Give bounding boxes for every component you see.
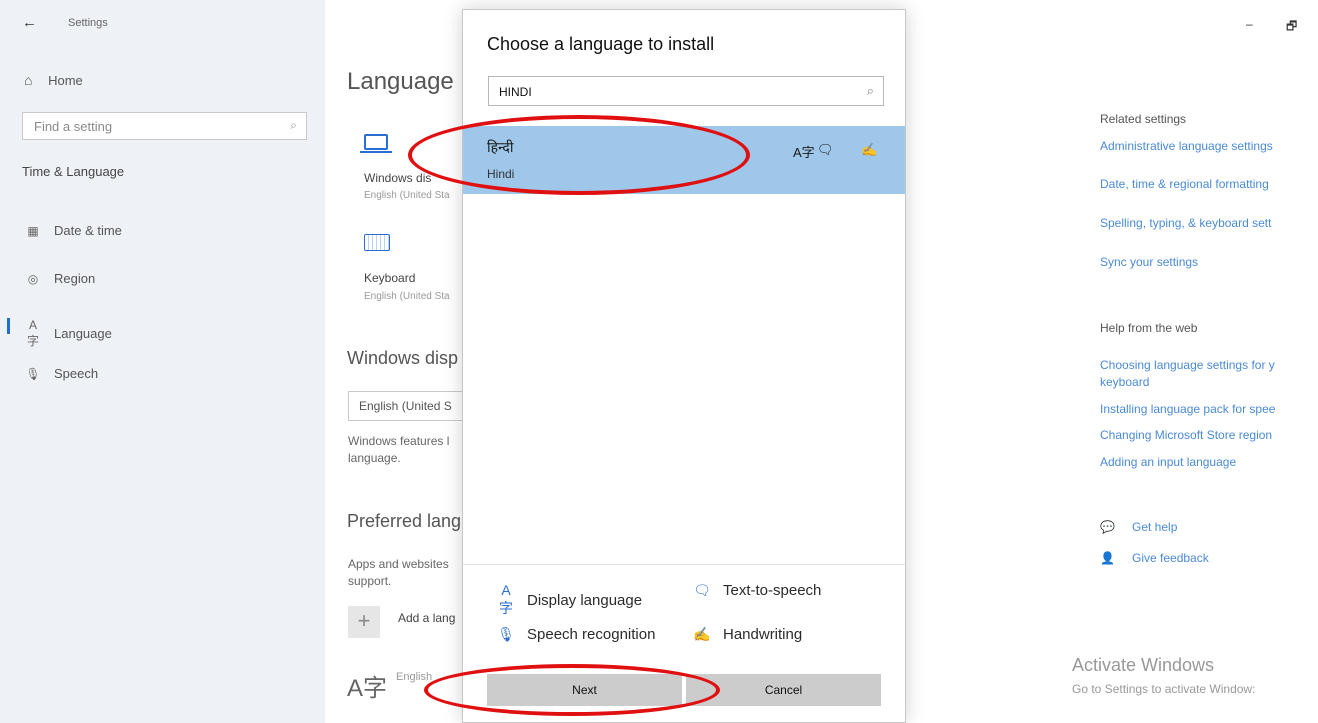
- text-to-speech-icon: 🗨: [693, 582, 711, 598]
- sidebar-item-label: Language: [54, 326, 112, 341]
- legend-label: Speech recognition: [527, 626, 656, 643]
- windows-display-heading: Windows disp: [347, 348, 459, 368]
- globe-icon: ◎: [27, 271, 39, 286]
- feedback-icon: 👤: [1100, 551, 1115, 565]
- link-date-time-regional[interactable]: Date, time & regional formatting: [1100, 177, 1269, 191]
- search-placeholder: Find a setting: [34, 119, 113, 134]
- legend-label: Handwriting: [723, 626, 803, 643]
- give-feedback-link[interactable]: 👤 Give feedback: [1100, 551, 1209, 565]
- find-setting-input[interactable]: Find a setting ⌕: [22, 112, 307, 140]
- link-changing-store-region[interactable]: Changing Microsoft Store region: [1100, 428, 1272, 442]
- help-from-web-title: Help from the web: [1100, 321, 1198, 335]
- link-adding-input-language[interactable]: Adding an input language: [1100, 455, 1236, 469]
- language-result-hindi[interactable]: हिन्दी Hindi A字 🗨 ✍: [463, 126, 905, 194]
- dialog-title: Choose a language to install: [487, 34, 715, 54]
- windows-display-tile-sub: English (United Sta: [364, 190, 450, 201]
- dropdown-value: English (United S: [359, 399, 452, 413]
- display-language-dropdown[interactable]: English (United S: [348, 391, 478, 421]
- preferred-languages-description: Apps and websites support.: [348, 557, 449, 588]
- display-language-description: Windows features l language.: [348, 434, 450, 465]
- legend-label: Text-to-speech: [723, 582, 822, 599]
- activate-windows-watermark-subtitle: Go to Settings to activate Window:: [1072, 682, 1256, 696]
- language-search-input[interactable]: HINDI ⌕: [488, 76, 884, 106]
- minimize-button[interactable]: –: [1246, 17, 1253, 31]
- add-language-label[interactable]: Add a lang: [398, 611, 455, 625]
- legend-display-language: A字 Display language: [497, 582, 642, 618]
- handwriting-icon: ✍: [861, 142, 878, 157]
- microphone-icon: 🎙: [25, 366, 41, 381]
- next-button[interactable]: Next: [487, 674, 682, 706]
- search-icon: ⌕: [866, 83, 874, 98]
- keyboard-tile-sub: English (United Sta: [364, 291, 450, 302]
- sidebar-item-language[interactable]: A字 Language: [24, 318, 112, 349]
- legend-handwriting: ✍ Handwriting: [693, 626, 802, 643]
- text-to-speech-icon: 🗨: [817, 142, 834, 157]
- sidebar-item-label: Date & time: [54, 223, 122, 238]
- get-help-label: Get help: [1132, 520, 1178, 534]
- cancel-button[interactable]: Cancel: [686, 674, 881, 706]
- feature-legend: A字 Display language 🗨 Text-to-speech 🎙 S…: [463, 564, 905, 664]
- search-icon: ⌕: [290, 118, 297, 132]
- link-spelling-typing-keyboard[interactable]: Spelling, typing, & keyboard sett: [1100, 216, 1271, 230]
- link-admin-language-settings[interactable]: Administrative language settings: [1100, 139, 1273, 153]
- speech-recognition-icon: 🎙: [497, 626, 515, 642]
- active-indicator: [7, 318, 10, 334]
- activate-windows-watermark-title: Activate Windows: [1072, 655, 1215, 675]
- laptop-icon: [360, 134, 392, 153]
- language-icon: A字: [26, 318, 39, 348]
- windows-display-tile-label[interactable]: Windows dis: [364, 171, 431, 185]
- get-help-link[interactable]: 💬 Get help: [1100, 520, 1177, 534]
- link-installing-language-pack[interactable]: Installing language pack for spee: [1100, 402, 1275, 416]
- legend-text-to-speech: 🗨 Text-to-speech: [693, 582, 821, 599]
- preferred-languages-heading: Preferred lang: [347, 511, 462, 531]
- choose-language-dialog: Choose a language to install HINDI ⌕ हिन…: [462, 9, 906, 723]
- language-native-name: हिन्दी: [487, 139, 514, 155]
- add-language-button[interactable]: +: [348, 606, 380, 638]
- display-language-icon: A字: [793, 145, 815, 160]
- link-choosing-language-settings[interactable]: Choosing language settings for y keyboar…: [1100, 357, 1275, 391]
- display-language-icon: A字: [499, 582, 513, 616]
- link-sync-settings[interactable]: Sync your settings: [1100, 255, 1198, 269]
- back-arrow-icon[interactable]: ←: [22, 14, 37, 31]
- sidebar: ← Settings ⌂ Home Find a setting ⌕ Time …: [0, 0, 325, 723]
- legend-speech-recognition: 🎙 Speech recognition: [497, 626, 655, 643]
- language-english-name: Hindi: [487, 167, 515, 181]
- keyboard-tile-label[interactable]: Keyboard: [364, 271, 415, 285]
- handwriting-icon: ✍: [693, 626, 711, 642]
- sidebar-item-region[interactable]: ◎ Region: [24, 271, 95, 286]
- sidebar-item-home[interactable]: ⌂ Home: [24, 72, 83, 88]
- search-value: HINDI: [499, 85, 532, 99]
- sidebar-item-label: Home: [48, 73, 83, 88]
- language-glyph-icon: A字: [347, 675, 388, 702]
- restore-button[interactable]: 🗗: [1286, 17, 1297, 38]
- section-title: Time & Language: [22, 164, 125, 179]
- give-feedback-label: Give feedback: [1132, 551, 1209, 565]
- related-settings-title: Related settings: [1100, 112, 1187, 126]
- home-icon: ⌂: [24, 72, 33, 88]
- calendar-clock-icon: ▦: [27, 223, 39, 238]
- sidebar-item-label: Speech: [54, 366, 99, 381]
- app-title: Settings: [68, 17, 108, 29]
- sidebar-item-date-time[interactable]: ▦ Date & time: [24, 223, 122, 238]
- sidebar-item-label: Region: [54, 271, 96, 286]
- english-language-item[interactable]: English: [396, 671, 432, 683]
- page-title: Language: [347, 68, 454, 95]
- sidebar-item-speech[interactable]: 🎙 Speech: [24, 366, 98, 381]
- help-chat-icon: 💬: [1100, 520, 1115, 534]
- legend-label: Display language: [527, 591, 643, 609]
- keyboard-icon: [364, 234, 390, 251]
